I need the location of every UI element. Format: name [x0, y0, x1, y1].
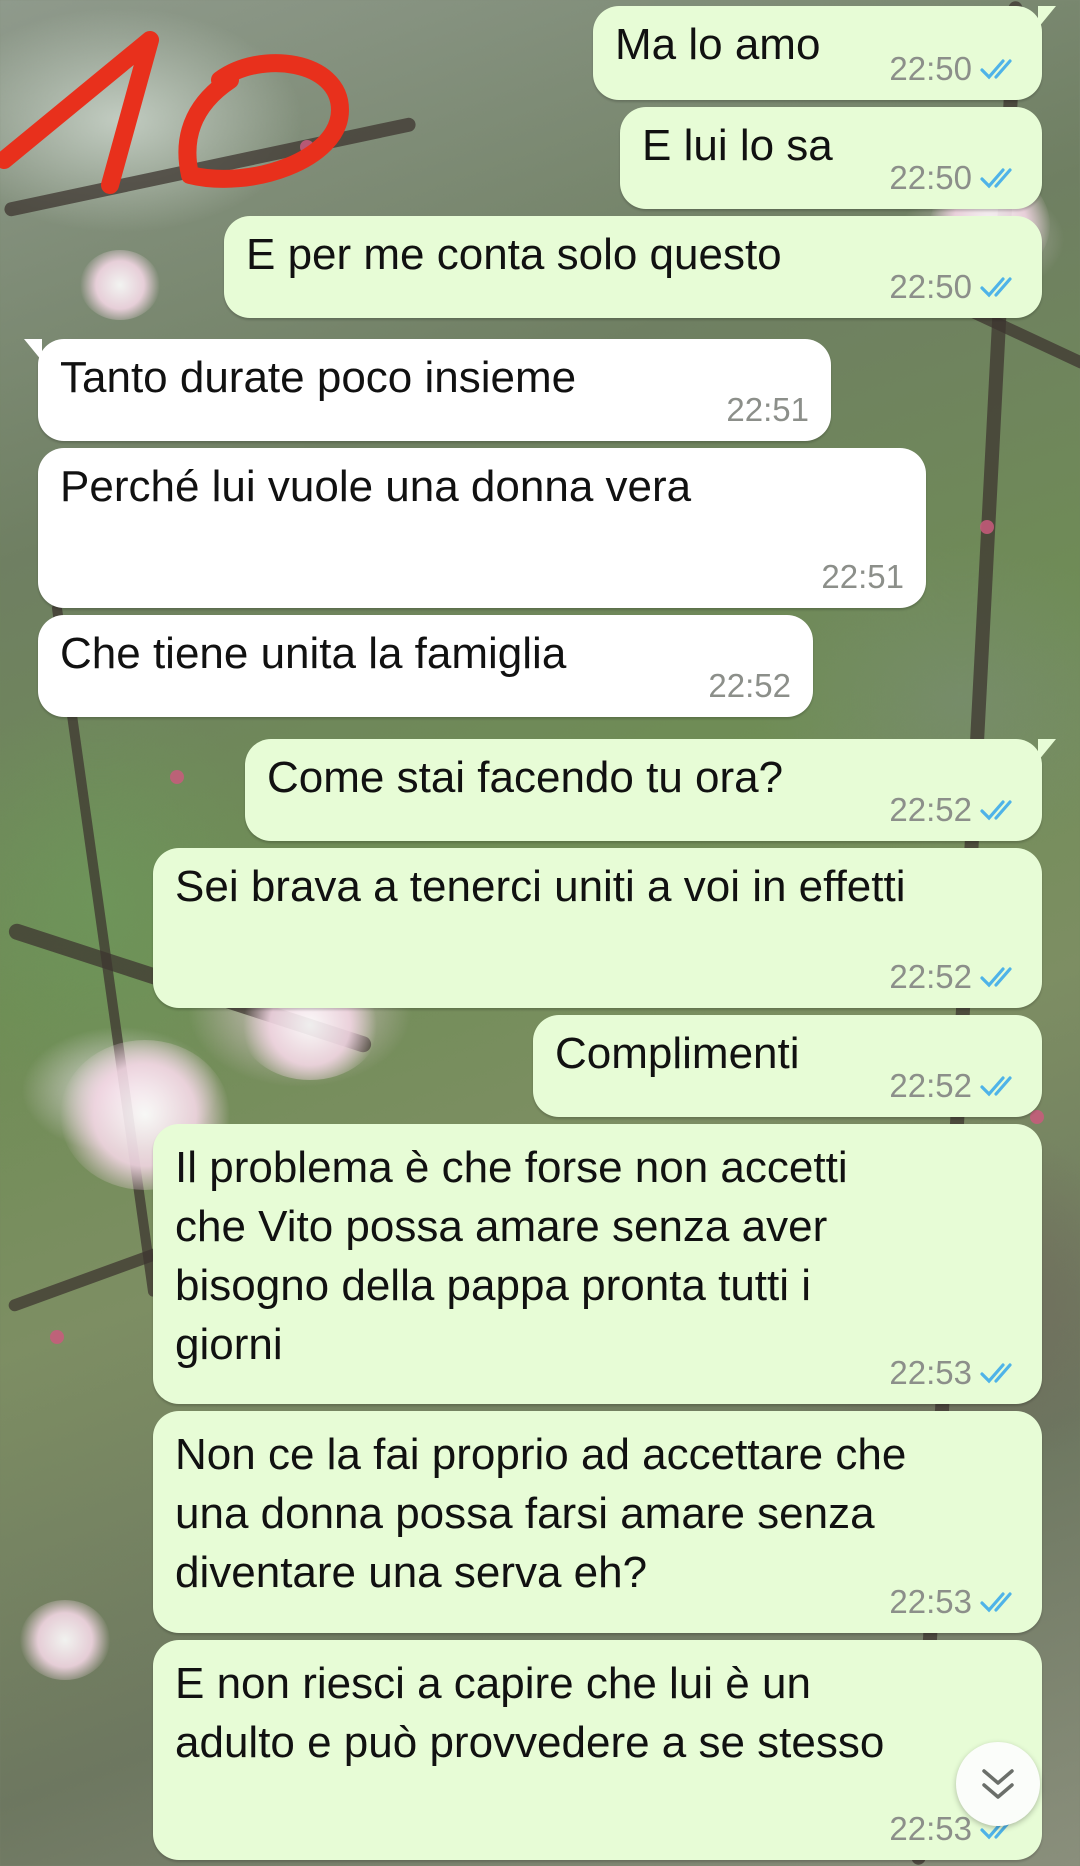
message-bubble-outgoing[interactable]: Il problema è che forse non accetti che … — [153, 1124, 1042, 1404]
double-check-icon — [980, 59, 1012, 80]
double-check-icon — [980, 168, 1012, 189]
message-text: Tanto durate poco insieme — [60, 353, 577, 402]
handwritten-number-mark — [0, 31, 349, 194]
double-check-icon — [980, 800, 1012, 821]
chevron-double-down-icon — [982, 1769, 1014, 1799]
message-bubble-outgoing[interactable]: E per me conta solo questo 22:50 — [224, 216, 1042, 318]
message-bubble-outgoing[interactable]: E lui lo sa 22:50 — [620, 107, 1042, 209]
double-check-icon — [980, 967, 1012, 988]
message-bubble-incoming[interactable]: Perché lui vuole una donna vera 22:51 — [38, 448, 926, 608]
message-text: E non riesci a capire che lui è un adult… — [175, 1659, 885, 1767]
message-time: 22:50 — [889, 268, 972, 305]
double-check-icon — [980, 1076, 1012, 1097]
message-text: Perché lui vuole una donna vera — [60, 462, 692, 511]
message-bubble-outgoing[interactable]: Non ce la fai proprio ad accettare che u… — [153, 1411, 1042, 1633]
message-bubble-outgoing[interactable]: Sei brava a tenerci uniti a voi in effet… — [153, 848, 1042, 1008]
message-time: 22:53 — [889, 1810, 972, 1847]
message-bubble-outgoing[interactable]: Complimenti 22:52 — [533, 1015, 1042, 1117]
message-time: 22:51 — [821, 558, 904, 595]
message-bubble-outgoing[interactable]: E non riesci a capire che lui è un adult… — [153, 1640, 1042, 1860]
message-bubble-outgoing[interactable]: Ma lo amo 22:50 — [593, 6, 1056, 100]
message-time: 22:50 — [889, 159, 972, 196]
message-time: 22:52 — [889, 958, 972, 995]
double-check-icon — [980, 1592, 1012, 1613]
message-time: 22:53 — [889, 1354, 972, 1391]
double-check-icon — [980, 277, 1012, 298]
message-text: Sei brava a tenerci uniti a voi in effet… — [175, 862, 906, 911]
message-bubble-outgoing[interactable]: Come stai facendo tu ora? 22:52 — [245, 739, 1056, 841]
message-text: Non ce la fai proprio ad accettare che u… — [175, 1430, 907, 1597]
double-check-icon — [980, 1363, 1012, 1384]
message-time: 22:50 — [889, 50, 972, 87]
message-time: 22:51 — [726, 391, 809, 428]
message-time: 22:52 — [889, 1067, 972, 1104]
message-time: 22:52 — [708, 667, 791, 704]
message-bubble-incoming[interactable]: Che tiene unita la famiglia 22:52 — [38, 615, 813, 717]
message-time: 22:53 — [889, 1583, 972, 1620]
scroll-to-bottom-button[interactable] — [956, 1742, 1040, 1826]
message-text: Il problema è che forse non accetti che … — [175, 1143, 848, 1369]
message-text: Che tiene unita la famiglia — [60, 629, 567, 678]
message-time: 22:52 — [889, 791, 972, 828]
message-bubble-incoming[interactable]: Tanto durate poco insieme 22:51 — [24, 339, 831, 441]
